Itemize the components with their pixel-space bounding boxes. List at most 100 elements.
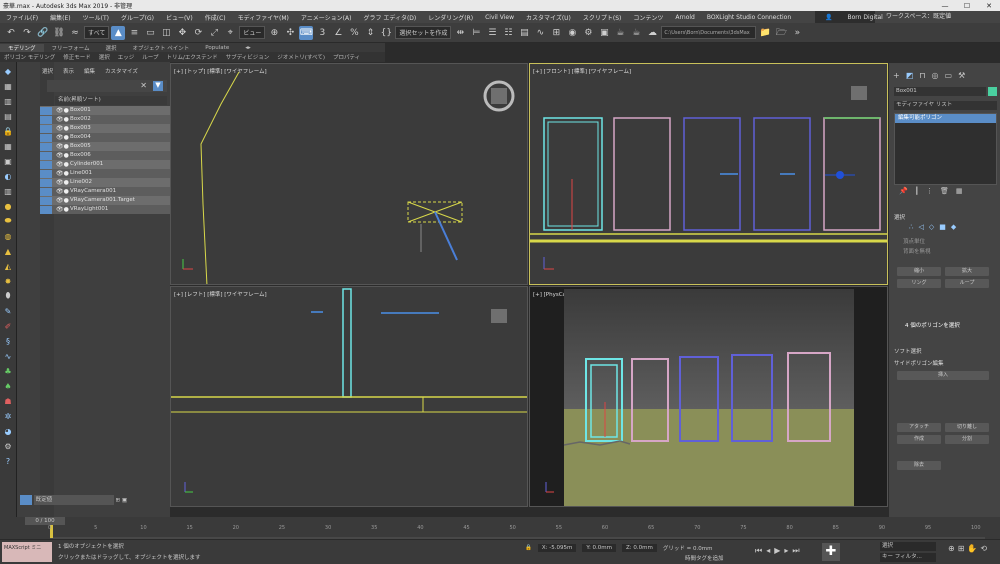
pyramid-icon[interactable]: ◭ bbox=[2, 260, 14, 272]
helix-icon[interactable]: § bbox=[2, 335, 14, 347]
viewport-front[interactable]: [+] [フロント] [標準] [ワイヤフレーム] bbox=[529, 63, 888, 285]
display-tab-icon[interactable]: ▭ bbox=[945, 71, 953, 80]
redo-icon[interactable]: ↷ bbox=[20, 26, 34, 40]
tab-display[interactable]: 表示 bbox=[63, 67, 74, 77]
section-edit-header[interactable]: サイドポリゴン編集 bbox=[894, 359, 944, 367]
ribbon-panel-loops[interactable]: ループ bbox=[138, 53, 162, 61]
angle-snap-icon[interactable]: ∠ bbox=[331, 26, 345, 40]
shape-icon[interactable]: ◐ bbox=[2, 170, 14, 182]
visibility-icon[interactable]: 👁● bbox=[56, 115, 70, 124]
viewport-layout-icon[interactable]: ▦ bbox=[2, 80, 14, 92]
select-manipulate-icon[interactable]: ✣ bbox=[283, 26, 297, 40]
visibility-icon[interactable]: 👁● bbox=[56, 169, 70, 178]
render-cloud-icon[interactable]: ☁ bbox=[645, 26, 659, 40]
lock-icon[interactable]: 🔒 bbox=[2, 125, 14, 137]
select-by-name-icon[interactable]: ≡ bbox=[127, 26, 141, 40]
render-iterative-icon[interactable]: ☕ bbox=[629, 26, 643, 40]
remove-button[interactable]: 除去 bbox=[897, 461, 941, 470]
list-item[interactable]: 👁● Line002 bbox=[40, 178, 170, 187]
close-button[interactable]: ✕ bbox=[978, 2, 1000, 10]
minimize-button[interactable]: — bbox=[934, 2, 956, 10]
ribbon-panel-modify-mode[interactable]: 修正モード bbox=[59, 53, 95, 61]
list-item[interactable]: 👁● Box004 bbox=[40, 133, 170, 142]
vertex-icon[interactable]: ∴ bbox=[909, 223, 913, 231]
x-coordinate[interactable]: X: -5.095m bbox=[537, 544, 577, 552]
visibility-icon[interactable]: 👁● bbox=[56, 106, 70, 115]
tab-freeform[interactable]: フリーフォーム bbox=[44, 44, 98, 52]
list-item[interactable]: 👁● Box002 bbox=[40, 115, 170, 124]
snap-toggle-icon[interactable]: 3 bbox=[315, 26, 329, 40]
light-icon[interactable]: ✸ bbox=[2, 275, 14, 287]
list-item[interactable]: 👁● VRayCamera001 bbox=[40, 187, 170, 196]
schematic-view-icon[interactable]: ⊞ bbox=[549, 26, 563, 40]
maxscript-listener[interactable]: MAXScript ミニ bbox=[2, 542, 52, 562]
show-result-icon[interactable]: ┃ bbox=[915, 187, 919, 195]
paint-icon[interactable]: ✐ bbox=[2, 320, 14, 332]
set-key-icon[interactable]: ✚ bbox=[822, 543, 840, 561]
layout-tab2-icon[interactable]: ▤ bbox=[2, 110, 14, 122]
globe-icon[interactable]: ◕ bbox=[2, 425, 14, 437]
create-tab-icon[interactable]: + bbox=[893, 71, 900, 80]
edit-named-sets-icon[interactable]: {} bbox=[379, 26, 393, 40]
menu-animation[interactable]: アニメーション(A) bbox=[295, 13, 358, 22]
menu-edit[interactable]: 編集(E) bbox=[44, 13, 76, 22]
clear-icon[interactable]: ✕ bbox=[140, 81, 147, 90]
viewport-left[interactable]: [+] [レフト] [標準] [ワイヤフレーム] bbox=[170, 286, 528, 507]
layer-dropdown[interactable]: 既定値 bbox=[33, 495, 114, 505]
menu-boxlight[interactable]: BOXLight Studio Connection bbox=[701, 14, 797, 21]
ribbon-panel-geometry[interactable]: ジオメトリ(すべて) bbox=[273, 53, 329, 61]
attach-button[interactable]: アタッチ bbox=[897, 423, 941, 432]
render-setup-icon[interactable]: ⚙ bbox=[581, 26, 595, 40]
go-to-end-icon[interactable]: ⏭ bbox=[792, 546, 799, 556]
key-filters-button[interactable]: キー フィルタ... bbox=[880, 553, 936, 562]
ribbon-panel-properties[interactable]: プロパティ bbox=[329, 53, 364, 61]
capsule-icon[interactable]: ⬮ bbox=[2, 290, 14, 302]
element-icon[interactable]: ◆ bbox=[951, 223, 956, 231]
sphere-icon[interactable]: ● bbox=[2, 200, 14, 212]
tool-icon[interactable]: ✎ bbox=[2, 305, 14, 317]
lock-selection-icon[interactable]: 🔒 bbox=[525, 545, 532, 551]
viewport-camera[interactable]: [+] [PhysCamera001] [標準] [既定のシェーディング] bbox=[529, 286, 888, 507]
selection-filter-dropdown[interactable]: すべて bbox=[84, 26, 110, 39]
project-path-field[interactable]: C:\Users\Born\Documents\3dsMax bbox=[661, 26, 757, 39]
visibility-icon[interactable]: 👁● bbox=[56, 196, 70, 205]
align-icon[interactable]: ⊨ bbox=[469, 26, 483, 40]
visibility-icon[interactable]: 👁● bbox=[56, 160, 70, 169]
visibility-icon[interactable]: 👁● bbox=[56, 178, 70, 187]
reference-coord-dropdown[interactable]: ビュー bbox=[239, 26, 266, 39]
by-vertex-checkbox[interactable]: 頂点単位 bbox=[903, 237, 925, 245]
tab-edit[interactable]: 編集 bbox=[84, 67, 95, 77]
particle-icon[interactable]: ✲ bbox=[2, 410, 14, 422]
next-frame-icon[interactable]: ▸ bbox=[784, 546, 788, 556]
search-field[interactable]: ✕ ▼ bbox=[47, 80, 167, 92]
visibility-icon[interactable]: 👁● bbox=[56, 142, 70, 151]
visibility-icon[interactable]: 👁● bbox=[56, 124, 70, 133]
menu-create[interactable]: 作成(C) bbox=[199, 13, 232, 22]
material-editor-icon[interactable]: ◉ bbox=[565, 26, 579, 40]
torus-icon[interactable]: ◍ bbox=[2, 230, 14, 242]
tab-selection[interactable]: 選択 bbox=[98, 44, 125, 52]
named-selection-dropdown[interactable]: 選択セットを作成 bbox=[395, 26, 452, 39]
list-item[interactable]: 👁● Cylinder001 bbox=[40, 160, 170, 169]
layer-icon[interactable]: ▥ bbox=[2, 185, 14, 197]
select-object-icon[interactable]: ▲ bbox=[111, 25, 126, 40]
menu-graph-editors[interactable]: グラフ エディタ(D) bbox=[357, 13, 422, 22]
create-selection-icon[interactable]: ◆ bbox=[2, 65, 14, 77]
go-to-start-icon[interactable]: ⏮ bbox=[755, 546, 762, 556]
ribbon-icon[interactable]: ▤ bbox=[517, 26, 531, 40]
ribbon-panel-edges[interactable]: エッジ bbox=[114, 53, 139, 61]
keyboard-shortcut-icon[interactable]: ⌨ bbox=[299, 25, 314, 40]
list-item[interactable]: 👁● Box005 bbox=[40, 142, 170, 151]
unlink-icon[interactable]: ⛓ bbox=[52, 26, 66, 40]
place-icon[interactable]: ⌖ bbox=[223, 26, 237, 40]
menu-customize[interactable]: カスタマイズ(U) bbox=[520, 13, 577, 22]
cone-icon[interactable]: ▲ bbox=[2, 245, 14, 257]
plant-icon[interactable]: ♣ bbox=[2, 365, 14, 377]
list-item[interactable]: 👁● Box003 bbox=[40, 124, 170, 133]
menu-arnold[interactable]: Arnold bbox=[669, 14, 700, 21]
menu-view[interactable]: ビュー(V) bbox=[160, 13, 199, 22]
z-coordinate[interactable]: Z: 0.0mm bbox=[622, 544, 657, 552]
ribbon-panel-selection[interactable]: 選択 bbox=[95, 53, 114, 61]
stack-item[interactable]: 編集可能ポリゴン bbox=[895, 114, 996, 123]
bind-spacewarp-icon[interactable]: ≈ bbox=[68, 26, 82, 40]
